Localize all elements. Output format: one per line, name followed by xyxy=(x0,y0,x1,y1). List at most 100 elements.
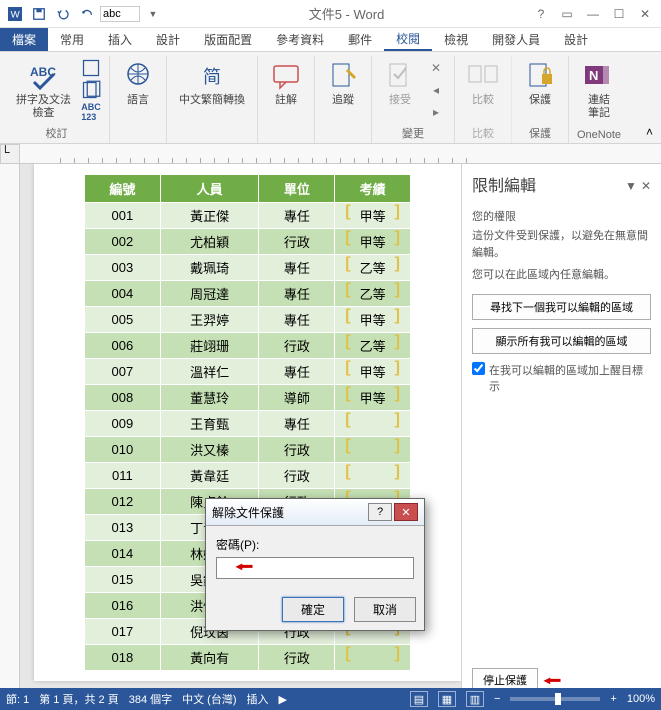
minimize-icon[interactable]: — xyxy=(581,4,605,24)
tab-addin[interactable]: 設計 xyxy=(552,28,600,51)
accept-button[interactable]: 接受 xyxy=(380,58,420,109)
table-cell[interactable]: 行政 xyxy=(259,333,335,359)
table-cell[interactable]: [乙等] xyxy=(335,281,411,307)
pane-menu-icon[interactable]: ▼ xyxy=(625,179,637,193)
table-cell[interactable]: [甲等] xyxy=(335,385,411,411)
table-cell[interactable]: 002 xyxy=(85,229,161,255)
status-words[interactable]: 384 個字 xyxy=(129,691,172,707)
status-section[interactable]: 節: 1 xyxy=(6,691,29,707)
show-all-regions-button[interactable]: 顯示所有我可以編輯的區域 xyxy=(472,328,651,354)
table-cell[interactable]: 尤柏穎 xyxy=(160,229,259,255)
view-print-icon[interactable]: ▦ xyxy=(438,691,456,707)
table-row[interactable]: 018黃向有行政[] xyxy=(85,645,411,671)
status-insert[interactable]: 插入 xyxy=(247,691,269,707)
tab-references[interactable]: 參考資料 xyxy=(264,28,336,51)
table-row[interactable]: 008董慧玲導師[甲等] xyxy=(85,385,411,411)
next-change-icon[interactable]: ▸ xyxy=(426,102,446,122)
table-cell[interactable]: 012 xyxy=(85,489,161,515)
thesaurus-icon[interactable] xyxy=(81,80,101,100)
table-cell[interactable]: 003 xyxy=(85,255,161,281)
spelling-button[interactable]: ABC 拼字及文法 檢查 xyxy=(12,58,75,122)
table-cell[interactable]: 006 xyxy=(85,333,161,359)
table-cell[interactable]: 黃正傑 xyxy=(160,203,259,229)
reject-icon[interactable]: ✕ xyxy=(426,58,446,78)
prev-change-icon[interactable]: ◂ xyxy=(426,80,446,100)
table-row[interactable]: 009王育甄專任[] xyxy=(85,411,411,437)
table-cell[interactable]: 008 xyxy=(85,385,161,411)
compare-button[interactable]: 比較 xyxy=(463,58,503,109)
collapse-ribbon-icon[interactable]: ˄ xyxy=(642,121,657,143)
language-button[interactable]: 語言 xyxy=(118,58,158,109)
table-cell[interactable]: 004 xyxy=(85,281,161,307)
define-icon[interactable] xyxy=(81,58,101,78)
view-web-icon[interactable]: ▥ xyxy=(466,691,484,707)
table-cell[interactable]: 010 xyxy=(85,437,161,463)
table-row[interactable]: 006莊翊珊行政[乙等] xyxy=(85,333,411,359)
table-cell[interactable]: 專任 xyxy=(259,359,335,385)
table-row[interactable]: 003戴珮琦專任[乙等] xyxy=(85,255,411,281)
cancel-button[interactable]: 取消 xyxy=(354,597,416,622)
tab-developer[interactable]: 開發人員 xyxy=(480,28,552,51)
table-cell[interactable]: [乙等] xyxy=(335,333,411,359)
table-cell[interactable]: 董慧玲 xyxy=(160,385,259,411)
highlight-checkbox[interactable] xyxy=(472,362,485,375)
zoom-slider[interactable] xyxy=(510,697,600,701)
save-icon[interactable] xyxy=(28,3,50,25)
table-cell[interactable]: 009 xyxy=(85,411,161,437)
comment-button[interactable]: 註解 xyxy=(266,58,306,109)
table-cell[interactable]: 王羿婷 xyxy=(160,307,259,333)
find-next-region-button[interactable]: 尋找下一個我可以編輯的區域 xyxy=(472,294,651,320)
zoom-out-icon[interactable]: − xyxy=(494,693,500,705)
table-cell[interactable]: 導師 xyxy=(259,385,335,411)
vertical-ruler[interactable] xyxy=(0,164,20,704)
protect-button[interactable]: 保護 xyxy=(520,58,560,109)
translate-button[interactable]: 简中文繁簡轉換 xyxy=(175,58,249,109)
highlight-checkbox-row[interactable]: 在我可以編輯的區域加上醒目標示 xyxy=(472,362,651,394)
table-cell[interactable]: 專任 xyxy=(259,255,335,281)
table-cell[interactable]: [甲等] xyxy=(335,229,411,255)
dialog-titlebar[interactable]: 解除文件保護 ? ✕ xyxy=(206,499,424,526)
table-cell[interactable]: [甲等] xyxy=(335,359,411,385)
table-cell[interactable]: 016 xyxy=(85,593,161,619)
undo-icon[interactable] xyxy=(52,3,74,25)
table-cell[interactable]: 專任 xyxy=(259,307,335,333)
table-cell[interactable]: 專任 xyxy=(259,411,335,437)
table-row[interactable]: 005王羿婷專任[甲等] xyxy=(85,307,411,333)
table-cell[interactable]: 018 xyxy=(85,645,161,671)
close-icon[interactable]: ✕ xyxy=(633,4,657,24)
table-cell[interactable]: 014 xyxy=(85,541,161,567)
tab-home[interactable]: 常用 xyxy=(48,28,96,51)
table-cell[interactable]: 015 xyxy=(85,567,161,593)
status-language[interactable]: 中文 (台灣) xyxy=(182,691,236,707)
table-row[interactable]: 011黃韋廷行政[] xyxy=(85,463,411,489)
wordcount-icon[interactable]: ABC123 xyxy=(81,102,101,122)
pane-close-icon[interactable]: ✕ xyxy=(641,179,651,193)
table-cell[interactable]: 007 xyxy=(85,359,161,385)
view-read-icon[interactable]: ▤ xyxy=(410,691,428,707)
table-cell[interactable]: [] xyxy=(335,437,411,463)
table-cell[interactable]: 專任 xyxy=(259,203,335,229)
table-row[interactable]: 007溫祥仁專任[甲等] xyxy=(85,359,411,385)
table-cell[interactable]: 莊翊珊 xyxy=(160,333,259,359)
table-row[interactable]: 004周冠達專任[乙等] xyxy=(85,281,411,307)
tab-mailings[interactable]: 郵件 xyxy=(336,28,384,51)
table-cell[interactable]: 專任 xyxy=(259,281,335,307)
table-row[interactable]: 001黃正傑專任[甲等] xyxy=(85,203,411,229)
tab-file[interactable]: 檔案 xyxy=(0,28,48,51)
dialog-close-icon[interactable]: ✕ xyxy=(394,503,418,521)
tab-design[interactable]: 設計 xyxy=(144,28,192,51)
table-row[interactable]: 002尤柏穎行政[甲等] xyxy=(85,229,411,255)
tab-layout[interactable]: 版面配置 xyxy=(192,28,264,51)
table-cell[interactable]: 周冠達 xyxy=(160,281,259,307)
table-cell[interactable]: 黃韋廷 xyxy=(160,463,259,489)
qat-dropdown-icon[interactable]: ▼ xyxy=(142,3,164,25)
tab-review[interactable]: 校閱 xyxy=(384,28,432,51)
table-cell[interactable]: [] xyxy=(335,463,411,489)
word-icon[interactable]: W xyxy=(4,3,26,25)
table-cell[interactable]: [] xyxy=(335,645,411,671)
table-cell[interactable]: [乙等] xyxy=(335,255,411,281)
table-cell[interactable]: 行政 xyxy=(259,229,335,255)
zoom-in-icon[interactable]: + xyxy=(610,693,616,705)
table-cell[interactable]: 洪又榛 xyxy=(160,437,259,463)
table-cell[interactable]: 王育甄 xyxy=(160,411,259,437)
